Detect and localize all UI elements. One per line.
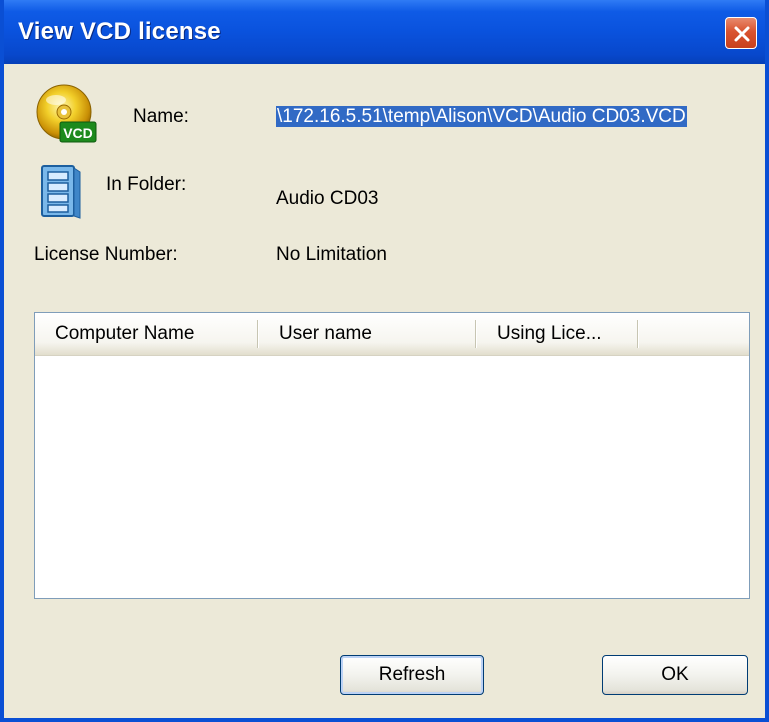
refresh-button[interactable]: Refresh — [340, 655, 484, 695]
window-border-bottom — [0, 718, 769, 722]
close-icon — [734, 26, 750, 42]
name-value-text: \172.16.5.51\temp\Alison\VCD\Audio CD03.… — [276, 106, 687, 127]
vcd-badge-text: VCD — [63, 125, 93, 141]
window-border-left — [0, 0, 4, 722]
column-header-using-license[interactable]: Using Lice... — [477, 313, 637, 355]
name-label: Name: — [133, 106, 189, 127]
column-header-user-name[interactable]: User name — [259, 313, 475, 355]
folder-value: Audio CD03 — [276, 188, 379, 209]
license-list[interactable]: Computer Name User name Using Lice... — [34, 312, 750, 599]
column-header-computer-name[interactable]: Computer Name — [35, 313, 257, 355]
ok-button[interactable]: OK — [602, 655, 748, 695]
vcd-disc-icon: VCD — [36, 84, 97, 143]
license-label: License Number: — [34, 244, 178, 265]
folder-label: In Folder: — [106, 174, 187, 195]
name-value[interactable]: \172.16.5.51\temp\Alison\VCD\Audio CD03.… — [276, 106, 687, 128]
window-border-right — [765, 0, 769, 722]
list-header: Computer Name User name Using Lice... — [35, 313, 749, 356]
title-bar[interactable]: View VCD license — [0, 0, 769, 64]
close-button[interactable] — [725, 17, 757, 49]
license-value: No Limitation — [276, 244, 387, 265]
column-divider[interactable] — [637, 320, 639, 348]
window-title: View VCD license — [18, 18, 221, 45]
dialog-window: View VCD license VCD Name: \172.16.5.51\… — [0, 0, 769, 722]
cabinet-icon — [41, 165, 81, 219]
